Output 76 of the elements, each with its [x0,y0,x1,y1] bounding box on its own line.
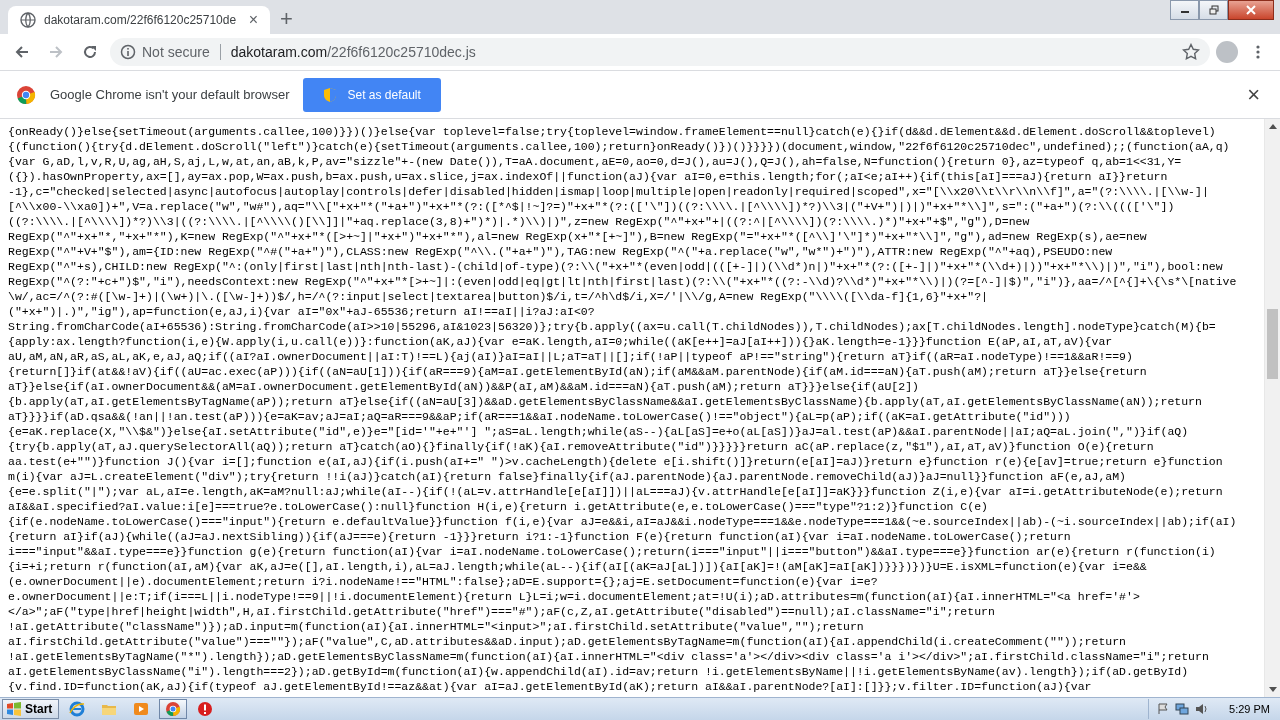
code-line: aI&&aI.specified?aI.value:i[e]===true?e.toLowerCase():null}function H(i,e){return i.getAttribute(e,e.toLowerCase()==="type"?1:2)}function C(e) [8,499,989,514]
code-line: aI.getElementsByClassName("i").length===2});aD.getById=m(function(aI){w.appendChild(aI).id=av;return !i.getElementsByName||!i.getElementsByName(av).length});if(aD.getById) [8,664,1190,679]
info-icon[interactable] [120,44,136,60]
new-tab-button[interactable]: + [276,6,297,32]
chrome-logo-icon [16,84,36,105]
star-icon[interactable] [1182,43,1200,61]
code-line: {i=+i;return r(function(aI,aM){var aK,aJ=e([],aI.length,i),aL=aJ.length;while(aL--){if(aI[(aK=aJ[aL])]){aI[aK]=!(aM[aK]=aI[aK])}}})})}U=E.isXML=function(e){var i=e&& [8,559,1148,574]
default-browser-message: Google Chrome isn't your default browser [50,87,290,102]
ie-icon [69,701,86,717]
code-line: ((?:\\\\.|[^\\\\])*?)\\3|((?:\\\\.|[^\\\\()[\\]]|"+aq.replace(3,8)+")*)|.*)\\)|)",z=new RegExp("^"+x+"+|((?:^|[^\\\\])(?:\\\\.)*)"+x+"+$","g"),D=new [8,214,1031,229]
scrollbar[interactable] [1264,119,1280,697]
code-line: [^\\x00-\\xa0])+",V=a.replace("w","w#"),aq="\\["+x+"*("+a+")"+x+"*(?:([*^$|!~]?=)"+x+"*(?:(['\"])((?:\\\\.|[^\\\\])*?)\\3|("+V+")|)|)"+x+"*\\]",s=":("+a+")(?:\\(((['\"]) [8,199,1176,214]
code-line: aT}}}}if(aD.qsa&&(!an||!an.test(aP))){e=aK=av;aJ=aI;aQ=aR===9&&aP;if(aR===1&&aI.nodeName.toLowerCase()!=="object"){aL=p(aP);if((aK=aI.getAttribute("id"))) [8,409,1072,424]
code-line: aU,aM,aN,aR,aS,aL,aK,e,aJ,aQ;if((aI?aI.ownerDocument||aI:T)!==L){aj(aI)}aI=aI||L;aT=aT||[];if(!aP||typeof aP!=="string"){return aT}if((aR=aI.nodeType)!==1&&aR!==9) [8,349,1134,364]
close-tab-button[interactable]: × [244,11,262,29]
code-line: ("+x+")|.)","ig"),ap=function(e,aJ,i){var aI="0x"+aJ-65536;return aI!==aI||i?aJ:aI<0? [8,304,596,319]
tab-title: dakotaram.com/22f6f6120c25710de [44,13,237,27]
media-player-icon [133,701,150,717]
security-label: Not secure [142,44,210,60]
code-line: {return[]}if(at&&!aV){if((aU=ac.exec(aP))){if((aN=aU[1])){if(aR===9){aM=aI.getElementById(aN);if(aM&&aM.parentNode){if(aM.id===aN){aT.push(aM);return aT}}else{return [8,364,1148,379]
code-line: String.fromCharCode(aI+65536):String.fromCharCode(aI>>10|55296,aI&1023|56320)};try{b.apply((ax=u.call(T.childNodes)),T.childNodes);ax[T.childNodes.length].nodeType}catch(M){b= [8,319,1217,334]
address-bar[interactable]: Not secure dakotaram.com/22f6f6120c25710dec.js [110,38,1210,66]
chrome-icon [165,701,182,717]
code-line: {e=e.split("|");var aL,aI=e.length,aK=aM?null:aJ;while(aI--){if(!(aL=v.attrHandle[e[aI]])||aL===aJ){v.attrHandle[e[aI]]=aK}}}function Z(i,e){var aI=i.getAttributeNode(e);return [8,484,1224,499]
scroll-down-icon[interactable] [1268,687,1277,692]
minimize-button[interactable] [1170,0,1199,20]
reload-icon [82,44,98,60]
code-line: </a>";aF("type|href|height|width",H,aI.firstChild.getAttribute("href")==="#");aF(c,Z,aI.getAttribute("disabled")==null);aI.className="i";return [8,604,996,619]
browser-tab[interactable]: dakotaram.com/22f6f6120c25710de × [8,6,270,34]
scrollbar-thumb[interactable] [1267,309,1278,379]
set-as-default-button[interactable]: Set as default [303,77,441,112]
forward-arrow-icon [48,44,64,60]
scroll-up-icon[interactable] [1268,124,1277,129]
code-line: {return aI}if(aJ){while((aJ=aJ.nextSibling)){if(aJ===e){return -1}}}return i?1:-1}function F(e){return function(aI){var i=aI.nodeName.toLowerCase();return [8,529,1072,544]
code-line: ({}).hasOwnProperty,ax=[],ay=ax.pop,W=ax.push,b=ax.push,u=ax.slice,j=ax.indexOf||function(aJ){var aI=0,e=this.length;for(;aI<e;aI++){if(this[aI]===aJ){return aI}}return [8,169,1169,184]
clock: 5:29 PM [1229,703,1270,715]
restore-icon [1208,5,1219,15]
windows-logo-icon [6,701,22,717]
flag-icon[interactable] [1157,703,1170,715]
start-button[interactable]: Start [2,699,60,719]
back-arrow-icon [14,44,30,60]
code-line: {var G,aD,l,v,R,U,ag,aH,S,aj,L,w,at,an,aB,k,P,av="sizzle"+-(new Date()),T=aA.document,aE=0,ao=0,d=J(),au=J(),Q=J(),ah=false,N=function(){return 0},az=typeof q,ab=1<<31,Y= [8,154,1183,169]
code-line: {v.find.ID=function(aK,aJ){if(typeof aJ.getElementById!==az&&at){var aI=aJ.getElementById(aK);return aI&&aI.parentNode?[aI]:[]}};v.filter.ID=function(aJ){var [8,679,1093,694]
code-line: RegExp("^(?:"+c+")$","i"),needsContext:new RegExp("^"+x+"*[>+~]|:(even|odd|eq|gt|lt|nth|first|last)(?:\\("+x+"*((?:-\\d)?\\d*)"+x+"*\\)|)(?=[^-]|$)","i")},aa=/^[^{]+\{\s*\[native [8,274,1238,289]
code-line: RegExp("^"+x+"*,"+x+"*"),K=new RegExp("^"+x+"*([>+~]|"+x+")"+x+"*"),al=new RegExp(x+"*[+~]"),B=new RegExp("="+x+"*([^\\]'\"]*)"+x+"*\\]","g"),ad=new RegExp(s),ae=new [8,229,1148,244]
code-line: aI.firstChild.getAttribute("value")===""});aF("value",C,aD.attributes&&aD.input);aD.getElementsByTagName=m(function(aI){aI.appendChild(i.createComment(""));return [8,634,1127,649]
code-line: {e=aK.replace(X,"\\$&")}else{aI.setAttribute("id",e)}e="[id='"+e+"'] ";aS=aL.length;while(aS--){aL[aS]=e+o(aL[aS])}aJ=al.test(aP)&&aI.parentNode||aI;aQ=aL.join(",")}if(aQ) [8,424,1190,439]
network-icon[interactable] [1175,703,1190,715]
code-line: {if(e.nodeName.toLowerCase()==="input"){return e.defaultValue}}function f(i,e){var aJ=e&&i,aI=aJ&&i.nodeType===1&&e.nodeType===1&&(~e.sourceIndex||ab)-(~i.sourceIndex||ab);if(aI) [8,514,1238,529]
code-line: -1},c="checked|selected|async|autofocus|autoplay|controls|defer|disabled|hidden|ismap|loop|multiple|open|readonly|required|scoped",x="[\\x20\\t\\r\\n\\f]",a="(?:\\\\.|[\\w-]| [8,184,1210,199]
close-window-button[interactable] [1228,0,1274,20]
stop-icon [197,701,214,717]
taskbar-app-button[interactable] [159,699,188,719]
url-text: dakotaram.com/22f6f6120c25710dec.js [230,44,476,60]
code-line: e.ownerDocument||e:T;if(i===L||i.nodeType!==9||!i.documentElement){return L}L=i;w=i.documentElement;at=!U(i);aD.attributes=m(function(aI){aI.innerHTML="<a href='#'> [8,589,1141,604]
code-line: RegExp("^"+s),CHILD:new RegExp("^:(only|first|last|nth|nth-last)-(child|of-type)(?:\\("+x+"*(even|odd|(([+-]|)(\\d*)n|)"+x+"*(?:([+-]|)"+x+"*(\\d+)|))"+x+"*\\)|)","i"),bool:new [8,259,1224,274]
code-line: \w/,ac=/^(?:#([\w-]+)|(\w+)|\.([\w-]+))$/,h=/^(?:input|select|textarea|button)$/i,t=/^h\d$/i,X=/'|\\/g,A=new RegExp("\\\\([\\da-f]{1,6}"+x+"?| [8,289,989,304]
code-line: {apply:ax.length?function(i,e){W.apply(i,u.call(e))}:function(aK,aJ){var e=aK.length,aI=0;while((aK[e++]=aJ[aI++])){}aK.length=e-1}}}function E(aP,aI,aT,aV){var [8,334,1114,349]
menu-icon [1256,44,1260,60]
code-line: RegExp("^"+V+"$"),am={ID:new RegExp("^#("+a+")"),CLASS:new RegExp("^\\.("+a+")"),TAG:new RegExp("^("+a.replace("w","w*")+")"),ATTR:new RegExp("^"+aq),PSEUDO:new [8,244,1114,259]
code-line: !aI.getAttribute("className")});aD.input=m(function(aI){aI.innerHTML="<input>";aI.firstChild.setAttribute("value","");return [8,619,865,634]
code-line: (e.ownerDocument||e).documentElement;return i?i.nodeName!=="HTML":false};aD=E.support={};aj=E.setDocument=function(e){var i=e? [8,574,879,589]
code-line: {onReady()}else{setTimeout(arguments.callee,100)}})()}else{var toplevel=false;try{toplevel=window.frameElement==null}catch(e){}if(d&&d.dElement&&d.dElement.doScroll&&toplevel) [8,124,1217,139]
globe-icon [20,12,36,28]
speaker-icon[interactable] [1195,703,1210,715]
code-line: {b.apply(aT,aI.getElementsByTagName(aP));return aT}else{if((aN=aU[3])&&aD.getElementsByClassName&&aI.getElementsByClassName){b.apply(aT,aI.getElementsByClassName(aN));return [8,394,1203,409]
code-line: aa.test(e+"")}function J(){var i=[];function e(aI,aJ){if(i.push(aI+=" ")>v.cacheLength){delete e[i.shift()]}return(e[aI]=aJ)}return e}function r(e){e[av]=true;return e}function [8,454,1224,469]
close-icon [1246,5,1256,15]
code-line: i==="input"&&aI.type===e}}function g(e){return function(aI){var i=aI.nodeName.toLowerCase();return(i==="input"||i==="button")&&aI.type===e}}function ar(e){return r(function(i) [8,544,1217,559]
close-infobar-button[interactable]: × [1243,81,1264,108]
shield-icon [323,86,338,103]
code-line: {(function(){try{d.dElement.doScroll("left")}catch(e){setTimeout(arguments.callee,100);return}onReady()})()}}}})(document,window,"22f6f6120c25710dec",undefined);;(function(aA,q) [8,139,1231,154]
code-line: {try{b.apply(aT,aJ.querySelectorAll(aQ));return aT}catch(aO){}finally{if(!aK){aI.removeAttribute("id")}}}}}return aC(aP.replace(z,"$1"),aI,aT,aV)}function O(e){return [8,439,1155,454]
code-line: m(i){var aJ=L.createElement("div");try{return !!i(aJ)}catch(aI){return false}finally{if(aJ.parentNode){aJ.parentNode.removeChild(aJ)}aJ=null}}function aF(e,aJ,aM) [8,469,1127,484]
code-line: !aI.getElementsByTagName("*").length});aD.getElementsByClassName=m(function(aI){aI.innerHTML="<div class='a'></div><div class='a i'></div>";aI.firstChild.className="i";return [8,649,1210,664]
code-line: aT}}else{if(aI.ownerDocument&&(aM=aI.ownerDocument.getElementById(aN))&&P(aI,aM)&&aM.id===aN){aT.push(aM);return aT}}}else{if(aU[2]) [8,379,920,394]
